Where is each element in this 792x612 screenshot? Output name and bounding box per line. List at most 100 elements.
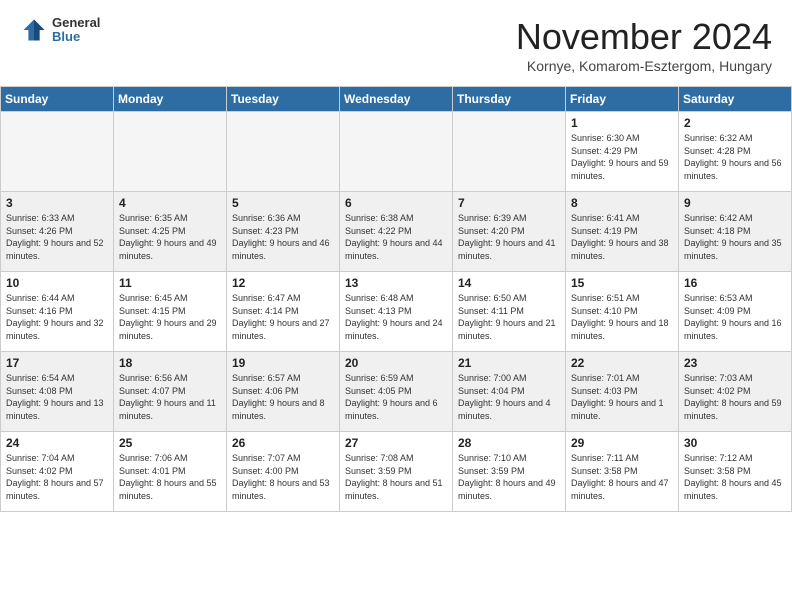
logo[interactable]: General Blue: [20, 16, 100, 45]
day-number: 18: [119, 356, 221, 370]
day-number: 24: [6, 436, 108, 450]
day-info: Sunrise: 6:54 AM Sunset: 4:08 PM Dayligh…: [6, 372, 108, 422]
day-info: Sunrise: 6:57 AM Sunset: 4:06 PM Dayligh…: [232, 372, 334, 422]
calendar-cell: [1, 112, 114, 192]
day-info: Sunrise: 6:38 AM Sunset: 4:22 PM Dayligh…: [345, 212, 447, 262]
calendar-week-row: 1 Sunrise: 6:30 AM Sunset: 4:29 PM Daylig…: [1, 112, 792, 192]
day-number: 22: [571, 356, 673, 370]
calendar-cell: 16 Sunrise: 6:53 AM Sunset: 4:09 PM Dayli…: [679, 272, 792, 352]
calendar-cell: [227, 112, 340, 192]
weekday-header: Wednesday: [340, 87, 453, 112]
calendar-cell: 19 Sunrise: 6:57 AM Sunset: 4:06 PM Dayli…: [227, 352, 340, 432]
title-block: November 2024 Kornye, Komarom-Esztergom,…: [516, 16, 772, 74]
calendar-cell: 25 Sunrise: 7:06 AM Sunset: 4:01 PM Dayli…: [114, 432, 227, 512]
day-info: Sunrise: 7:11 AM Sunset: 3:58 PM Dayligh…: [571, 452, 673, 502]
calendar-cell: 23 Sunrise: 7:03 AM Sunset: 4:02 PM Dayli…: [679, 352, 792, 432]
day-number: 12: [232, 276, 334, 290]
location: Kornye, Komarom-Esztergom, Hungary: [516, 58, 772, 74]
day-number: 26: [232, 436, 334, 450]
calendar-cell: 15 Sunrise: 6:51 AM Sunset: 4:10 PM Dayli…: [566, 272, 679, 352]
calendar-cell: 20Sunrise: 6:59 AM Sunset: 4:05 PM Dayli…: [340, 352, 453, 432]
day-info: Sunrise: 6:53 AM Sunset: 4:09 PM Dayligh…: [684, 292, 786, 342]
day-info: Sunrise: 6:39 AM Sunset: 4:20 PM Dayligh…: [458, 212, 560, 262]
calendar-cell: 24 Sunrise: 7:04 AM Sunset: 4:02 PM Dayli…: [1, 432, 114, 512]
day-info: Sunrise: 7:07 AM Sunset: 4:00 PM Dayligh…: [232, 452, 334, 502]
weekday-header: Saturday: [679, 87, 792, 112]
calendar-cell: 21Sunrise: 7:00 AM Sunset: 4:04 PM Dayli…: [453, 352, 566, 432]
calendar: SundayMondayTuesdayWednesdayThursdayFrid…: [0, 86, 792, 512]
day-info: Sunrise: 7:06 AM Sunset: 4:01 PM Dayligh…: [119, 452, 221, 502]
calendar-cell: 13Sunrise: 6:48 AM Sunset: 4:13 PM Dayli…: [340, 272, 453, 352]
day-info: Sunrise: 6:33 AM Sunset: 4:26 PM Dayligh…: [6, 212, 108, 262]
calendar-cell: 7Sunrise: 6:39 AM Sunset: 4:20 PM Daylig…: [453, 192, 566, 272]
day-info: Sunrise: 6:44 AM Sunset: 4:16 PM Dayligh…: [6, 292, 108, 342]
day-number: 4: [119, 196, 221, 210]
day-number: 17: [6, 356, 108, 370]
calendar-cell: 6Sunrise: 6:38 AM Sunset: 4:22 PM Daylig…: [340, 192, 453, 272]
day-number: 23: [684, 356, 786, 370]
day-info: Sunrise: 6:41 AM Sunset: 4:19 PM Dayligh…: [571, 212, 673, 262]
day-number: 25: [119, 436, 221, 450]
day-number: 27: [345, 436, 447, 450]
calendar-cell: 12 Sunrise: 6:47 AM Sunset: 4:14 PM Dayli…: [227, 272, 340, 352]
day-info: Sunrise: 7:04 AM Sunset: 4:02 PM Dayligh…: [6, 452, 108, 502]
calendar-cell: 14 Sunrise: 6:50 AM Sunset: 4:11 PM Dayli…: [453, 272, 566, 352]
day-number: 11: [119, 276, 221, 290]
day-info: Sunrise: 6:51 AM Sunset: 4:10 PM Dayligh…: [571, 292, 673, 342]
day-info: Sunrise: 6:50 AM Sunset: 4:11 PM Dayligh…: [458, 292, 560, 342]
logo-blue: Blue: [52, 30, 100, 44]
calendar-week-row: 3 Sunrise: 6:33 AM Sunset: 4:26 PM Daylig…: [1, 192, 792, 272]
calendar-cell: [453, 112, 566, 192]
weekday-header-row: SundayMondayTuesdayWednesdayThursdayFrid…: [1, 87, 792, 112]
day-number: 5: [232, 196, 334, 210]
day-info: Sunrise: 6:36 AM Sunset: 4:23 PM Dayligh…: [232, 212, 334, 262]
day-number: 16: [684, 276, 786, 290]
calendar-cell: 10 Sunrise: 6:44 AM Sunset: 4:16 PM Dayli…: [1, 272, 114, 352]
day-info: Sunrise: 6:47 AM Sunset: 4:14 PM Dayligh…: [232, 292, 334, 342]
day-info: Sunrise: 6:59 AM Sunset: 4:05 PM Dayligh…: [345, 372, 447, 422]
day-number: 8: [571, 196, 673, 210]
day-info: Sunrise: 6:30 AM Sunset: 4:29 PM Dayligh…: [571, 132, 673, 182]
calendar-cell: 2Sunrise: 6:32 AM Sunset: 4:28 PM Daylig…: [679, 112, 792, 192]
weekday-header: Sunday: [1, 87, 114, 112]
page-header: General Blue November 2024 Kornye, Komar…: [0, 0, 792, 82]
calendar-week-row: 17 Sunrise: 6:54 AM Sunset: 4:08 PM Dayli…: [1, 352, 792, 432]
day-info: Sunrise: 7:01 AM Sunset: 4:03 PM Dayligh…: [571, 372, 673, 422]
day-info: Sunrise: 7:12 AM Sunset: 3:58 PM Dayligh…: [684, 452, 786, 502]
day-info: Sunrise: 7:08 AM Sunset: 3:59 PM Dayligh…: [345, 452, 447, 502]
calendar-cell: 29 Sunrise: 7:11 AM Sunset: 3:58 PM Dayli…: [566, 432, 679, 512]
day-number: 3: [6, 196, 108, 210]
calendar-week-row: 24 Sunrise: 7:04 AM Sunset: 4:02 PM Dayli…: [1, 432, 792, 512]
day-number: 1: [571, 116, 673, 130]
calendar-week-row: 10 Sunrise: 6:44 AM Sunset: 4:16 PM Dayli…: [1, 272, 792, 352]
day-info: Sunrise: 6:56 AM Sunset: 4:07 PM Dayligh…: [119, 372, 221, 422]
day-info: Sunrise: 7:00 AM Sunset: 4:04 PM Dayligh…: [458, 372, 560, 422]
calendar-cell: 11 Sunrise: 6:45 AM Sunset: 4:15 PM Dayli…: [114, 272, 227, 352]
calendar-cell: 1 Sunrise: 6:30 AM Sunset: 4:29 PM Daylig…: [566, 112, 679, 192]
calendar-cell: 3 Sunrise: 6:33 AM Sunset: 4:26 PM Daylig…: [1, 192, 114, 272]
calendar-cell: 28Sunrise: 7:10 AM Sunset: 3:59 PM Dayli…: [453, 432, 566, 512]
weekday-header: Thursday: [453, 87, 566, 112]
day-number: 9: [684, 196, 786, 210]
calendar-cell: 4 Sunrise: 6:35 AM Sunset: 4:25 PM Daylig…: [114, 192, 227, 272]
day-info: Sunrise: 6:35 AM Sunset: 4:25 PM Dayligh…: [119, 212, 221, 262]
day-number: 30: [684, 436, 786, 450]
day-info: Sunrise: 6:48 AM Sunset: 4:13 PM Dayligh…: [345, 292, 447, 342]
day-number: 19: [232, 356, 334, 370]
day-number: 28: [458, 436, 560, 450]
calendar-cell: 22 Sunrise: 7:01 AM Sunset: 4:03 PM Dayli…: [566, 352, 679, 432]
calendar-cell: [114, 112, 227, 192]
day-number: 10: [6, 276, 108, 290]
day-number: 29: [571, 436, 673, 450]
day-info: Sunrise: 6:45 AM Sunset: 4:15 PM Dayligh…: [119, 292, 221, 342]
calendar-cell: 5 Sunrise: 6:36 AM Sunset: 4:23 PM Daylig…: [227, 192, 340, 272]
calendar-cell: 26 Sunrise: 7:07 AM Sunset: 4:00 PM Dayli…: [227, 432, 340, 512]
month-title: November 2024: [516, 16, 772, 58]
day-number: 14: [458, 276, 560, 290]
day-info: Sunrise: 7:03 AM Sunset: 4:02 PM Dayligh…: [684, 372, 786, 422]
calendar-cell: 8 Sunrise: 6:41 AM Sunset: 4:19 PM Daylig…: [566, 192, 679, 272]
day-number: 15: [571, 276, 673, 290]
calendar-cell: 18 Sunrise: 6:56 AM Sunset: 4:07 PM Dayli…: [114, 352, 227, 432]
calendar-cell: 30 Sunrise: 7:12 AM Sunset: 3:58 PM Dayli…: [679, 432, 792, 512]
weekday-header: Monday: [114, 87, 227, 112]
